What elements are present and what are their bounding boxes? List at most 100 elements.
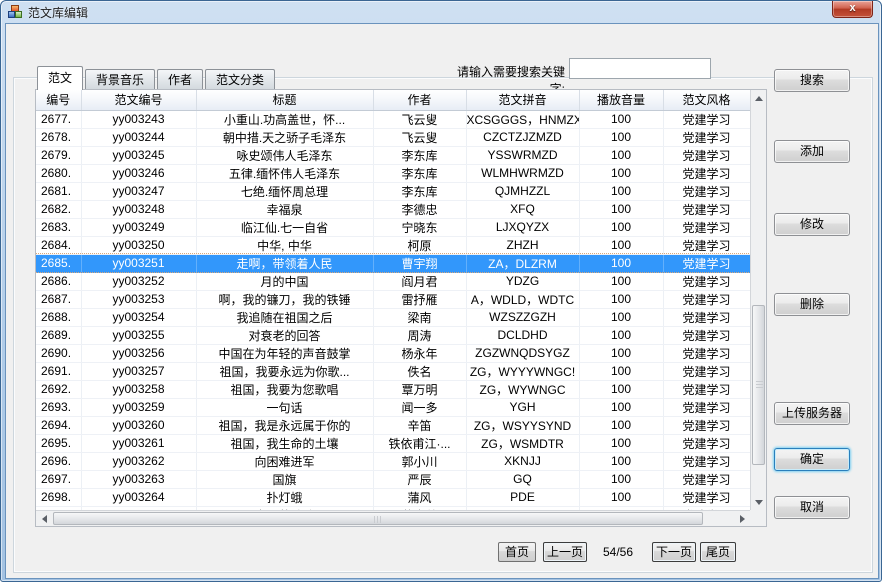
table-cell[interactable]: 2684.: [36, 236, 81, 254]
table-cell[interactable]: A，WDLD，WDTC: [466, 290, 579, 308]
table-cell[interactable]: 100: [579, 434, 663, 452]
table-cell[interactable]: 党建学习: [663, 200, 750, 218]
search-input[interactable]: [569, 58, 711, 79]
modify-button[interactable]: 修改: [774, 213, 850, 236]
table-cell[interactable]: yy003253: [81, 290, 196, 308]
table-cell[interactable]: 幸福泉: [196, 200, 373, 218]
table-cell[interactable]: yy003249: [81, 218, 196, 236]
table-cell[interactable]: 党建学习: [663, 326, 750, 344]
table-cell[interactable]: 2691.: [36, 362, 81, 380]
table-row[interactable]: 2696.yy003262向困难进军郭小川XKNJJ100党建学习: [36, 452, 750, 470]
table-cell[interactable]: LJXQYZX: [466, 218, 579, 236]
table-cell[interactable]: 100: [579, 164, 663, 182]
table-cell[interactable]: 党建学习: [663, 182, 750, 200]
vertical-scrollbar-thumb[interactable]: [752, 305, 765, 465]
table-cell[interactable]: 杨永年: [373, 344, 466, 362]
table-cell[interactable]: 党建学习: [663, 434, 750, 452]
scroll-left-icon[interactable]: [36, 511, 52, 527]
table-cell[interactable]: ZA，DLZRM: [466, 254, 579, 272]
table-row[interactable]: 2697.yy003263国旗严辰GQ100党建学习: [36, 470, 750, 488]
next-page-button[interactable]: 下一页: [652, 542, 696, 562]
table-cell[interactable]: XCSGGGS，HNMZX: [466, 110, 579, 128]
table-row[interactable]: 2680.yy003246五律.缅怀伟人毛泽东李东库WLMHWRMZD100党建…: [36, 164, 750, 182]
table-cell[interactable]: 2685.: [36, 254, 81, 272]
column-header-volume[interactable]: 播放音量: [579, 90, 663, 110]
table-cell[interactable]: ZG，WYWNGC: [466, 380, 579, 398]
table-cell[interactable]: 2688.: [36, 308, 81, 326]
table-cell[interactable]: WLMHWRMZD: [466, 164, 579, 182]
table-cell[interactable]: 祖国，我要永远为你歌...: [196, 362, 373, 380]
table-cell[interactable]: 柯原: [373, 236, 466, 254]
table-cell[interactable]: 2693.: [36, 398, 81, 416]
table-cell[interactable]: 临江仙.七一自省: [196, 218, 373, 236]
table-cell[interactable]: yy003256: [81, 344, 196, 362]
scroll-up-icon[interactable]: [751, 90, 767, 106]
table-cell[interactable]: 党建学习: [663, 254, 750, 272]
table-cell[interactable]: 啊，我的镰刀，我的铁锤: [196, 290, 373, 308]
table-row[interactable]: 2691.yy003257祖国，我要永远为你歌...佚名ZG，WYYYWNGC!…: [36, 362, 750, 380]
table-cell[interactable]: 100: [579, 272, 663, 290]
table-cell[interactable]: yy003245: [81, 146, 196, 164]
table-cell[interactable]: 咏史颂伟人毛泽东: [196, 146, 373, 164]
table-cell[interactable]: 100: [579, 146, 663, 164]
column-header-author[interactable]: 作者: [373, 90, 466, 110]
table-cell[interactable]: 曹宇翔: [373, 254, 466, 272]
table-cell[interactable]: 闻一多: [373, 398, 466, 416]
table-cell[interactable]: 党建学习: [663, 362, 750, 380]
table-cell[interactable]: 2690.: [36, 344, 81, 362]
table-cell[interactable]: 国旗: [196, 470, 373, 488]
table-cell[interactable]: yy003244: [81, 128, 196, 146]
table-cell[interactable]: 祖国，我生命的土壤: [196, 434, 373, 452]
table-cell[interactable]: 100: [579, 254, 663, 272]
table-cell[interactable]: 党建学习: [663, 236, 750, 254]
table-cell[interactable]: 2696.: [36, 452, 81, 470]
search-button[interactable]: 搜索: [774, 69, 850, 92]
table-row[interactable]: 2684.yy003250中华, 中华柯原ZHZH100党建学习: [36, 236, 750, 254]
table-row[interactable]: 2690.yy003256中国在为年轻的声音鼓掌杨永年ZGZWNQDSYGZ10…: [36, 344, 750, 362]
table-cell[interactable]: yy003254: [81, 308, 196, 326]
table-cell[interactable]: yy003255: [81, 326, 196, 344]
table-cell[interactable]: 党建学习: [663, 218, 750, 236]
table-cell[interactable]: YGH: [466, 398, 579, 416]
table-cell[interactable]: WZSZZGZH: [466, 308, 579, 326]
cancel-button[interactable]: 取消: [774, 496, 850, 519]
scroll-right-icon[interactable]: [734, 511, 750, 527]
table-cell[interactable]: YSSWRMZD: [466, 146, 579, 164]
table-cell[interactable]: yy003252: [81, 272, 196, 290]
table-cell[interactable]: 100: [579, 470, 663, 488]
table-cell[interactable]: 七绝.缅怀周总理: [196, 182, 373, 200]
table-cell[interactable]: CZCTZJZMZD: [466, 128, 579, 146]
table-cell[interactable]: yy003251: [81, 254, 196, 272]
table-cell[interactable]: YDZG: [466, 272, 579, 290]
table-cell[interactable]: 月的中国: [196, 272, 373, 290]
table-cell[interactable]: yy003246: [81, 164, 196, 182]
table-cell[interactable]: 党建学习: [663, 398, 750, 416]
tab-fanwen-category[interactable]: 范文分类: [205, 69, 275, 90]
table-cell[interactable]: 郭小川: [373, 452, 466, 470]
table-cell[interactable]: 100: [579, 488, 663, 506]
table-row[interactable]: 2689.yy003255对衰老的回答周涛DCLDHD100党建学习: [36, 326, 750, 344]
table-cell[interactable]: 飞云叟: [373, 110, 466, 128]
table-cell[interactable]: 100: [579, 344, 663, 362]
table-cell[interactable]: QJMHZZL: [466, 182, 579, 200]
table-cell[interactable]: ZGZWNQDSYGZ: [466, 344, 579, 362]
column-header-title[interactable]: 标题: [196, 90, 373, 110]
table-cell[interactable]: 党建学习: [663, 146, 750, 164]
table-cell[interactable]: yy003264: [81, 488, 196, 506]
table-cell[interactable]: 小重山.功高盖世，怀...: [196, 110, 373, 128]
table-cell[interactable]: 党建学习: [663, 416, 750, 434]
table-cell[interactable]: 扑灯蛾: [196, 488, 373, 506]
table-cell[interactable]: 100: [579, 290, 663, 308]
table-cell[interactable]: 宁晓东: [373, 218, 466, 236]
table-cell[interactable]: 2677.: [36, 110, 81, 128]
table-cell[interactable]: 党建学习: [663, 470, 750, 488]
table-cell[interactable]: 祖国，我是永远属于你的: [196, 416, 373, 434]
table-cell[interactable]: 雷抒雁: [373, 290, 466, 308]
table-cell[interactable]: 100: [579, 362, 663, 380]
table-cell[interactable]: 李东库: [373, 146, 466, 164]
title-bar[interactable]: 范文库编辑: [1, 1, 881, 23]
table-cell[interactable]: 铁依甫江·...: [373, 434, 466, 452]
table-cell[interactable]: 党建学习: [663, 380, 750, 398]
table-cell[interactable]: 严辰: [373, 470, 466, 488]
table-cell[interactable]: GQ: [466, 470, 579, 488]
